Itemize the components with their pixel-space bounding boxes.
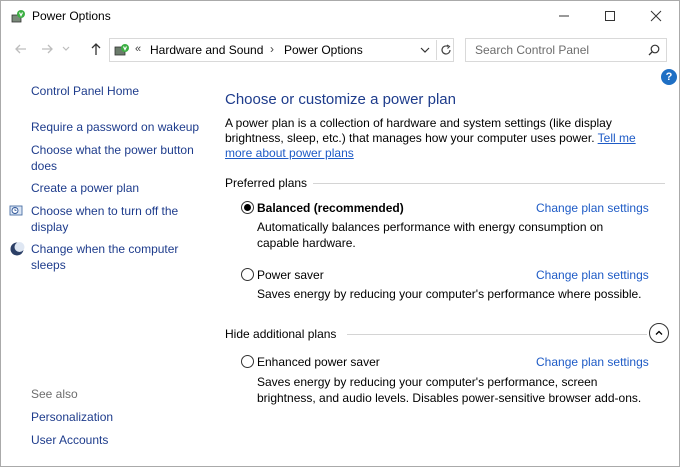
- description-text: A power plan is a collection of hardware…: [225, 116, 612, 145]
- collapse-button[interactable]: [649, 323, 669, 343]
- balanced-plan-description: Automatically balances performance with …: [257, 220, 604, 250]
- section-divider: [347, 334, 647, 335]
- control-panel-icon: [114, 44, 129, 56]
- power-saver-plan-radio[interactable]: [241, 268, 254, 281]
- section-divider: [313, 183, 665, 184]
- power-saver-plan-name[interactable]: Power saver: [257, 268, 324, 282]
- address-bar[interactable]: « Hardware and Sound › Power Options: [109, 38, 454, 62]
- recent-locations-button[interactable]: [61, 41, 71, 57]
- power-button-link[interactable]: Choose what the power button does: [31, 142, 201, 174]
- page-description: A power plan is a collection of hardware…: [225, 116, 665, 161]
- close-icon: [650, 10, 662, 22]
- require-password-link[interactable]: Require a password on wakeup: [31, 119, 201, 135]
- personalization-link[interactable]: Personalization: [31, 409, 201, 425]
- left-navigation-pane: Control Panel Home Require a password on…: [1, 69, 211, 466]
- user-accounts-link[interactable]: User Accounts: [31, 432, 201, 448]
- preferred-plans-heading: Preferred plans: [225, 176, 308, 190]
- power-options-icon: [11, 10, 25, 23]
- minimize-icon: [559, 15, 569, 17]
- sleep-moon-icon: [10, 242, 25, 256]
- refresh-button[interactable]: [436, 40, 454, 60]
- navigation-bar: « Hardware and Sound › Power Options: [1, 31, 679, 69]
- window-title: Power Options: [32, 9, 111, 23]
- up-button[interactable]: [88, 41, 104, 57]
- close-button[interactable]: [633, 1, 679, 31]
- up-arrow-icon: [91, 43, 101, 55]
- search-input[interactable]: [466, 39, 644, 61]
- display-clock-icon: [9, 205, 23, 216]
- hide-additional-plans-heading[interactable]: Hide additional plans: [225, 327, 336, 341]
- help-button[interactable]: ?: [661, 69, 677, 85]
- balanced-plan-name[interactable]: Balanced (recommended): [257, 201, 404, 215]
- balanced-change-settings-link[interactable]: Change plan settings: [536, 201, 649, 215]
- chevron-down-icon[interactable]: [419, 44, 431, 56]
- breadcrumb-power-options[interactable]: Power Options: [284, 43, 363, 57]
- control-panel-home-link[interactable]: Control Panel Home: [31, 83, 201, 99]
- maximize-icon: [605, 11, 615, 21]
- turn-off-display-link[interactable]: Choose when to turn off the display: [31, 203, 201, 235]
- forward-arrow-icon: [42, 44, 53, 54]
- forward-button[interactable]: [39, 41, 55, 57]
- refresh-icon: [440, 44, 451, 55]
- chevron-down-icon: [62, 46, 70, 51]
- back-button[interactable]: [13, 41, 29, 57]
- chevron-up-icon: [655, 330, 663, 335]
- chevron-double-left-icon[interactable]: «: [135, 43, 141, 55]
- create-power-plan-link[interactable]: Create a power plan: [31, 180, 201, 196]
- power-saver-change-settings-link[interactable]: Change plan settings: [536, 268, 649, 282]
- power-options-window: Power Options « Hardware and Sound › Pow…: [0, 0, 680, 467]
- see-also-label: See also: [31, 387, 78, 401]
- search-box[interactable]: [465, 38, 667, 62]
- power-saver-plan-description: Saves energy by reducing your computer's…: [257, 287, 642, 301]
- search-icon[interactable]: [648, 44, 660, 56]
- breadcrumb-hardware-and-sound[interactable]: Hardware and Sound: [150, 43, 263, 57]
- breadcrumb-separator-icon[interactable]: ›: [270, 42, 274, 56]
- page-title: Choose or customize a power plan: [225, 91, 456, 108]
- title-bar: Power Options: [1, 1, 679, 31]
- enhanced-power-saver-plan-name[interactable]: Enhanced power saver: [257, 355, 380, 369]
- enhanced-power-saver-plan-description: Saves energy by reducing your computer's…: [257, 375, 642, 405]
- computer-sleeps-link[interactable]: Change when the computer sleeps: [31, 241, 201, 273]
- maximize-button[interactable]: [587, 1, 633, 31]
- enhanced-power-saver-plan-radio[interactable]: [241, 355, 254, 368]
- balanced-plan-radio[interactable]: [241, 201, 254, 214]
- enhanced-power-saver-change-settings-link[interactable]: Change plan settings: [536, 355, 649, 369]
- back-arrow-icon: [15, 44, 26, 54]
- minimize-button[interactable]: [541, 1, 587, 31]
